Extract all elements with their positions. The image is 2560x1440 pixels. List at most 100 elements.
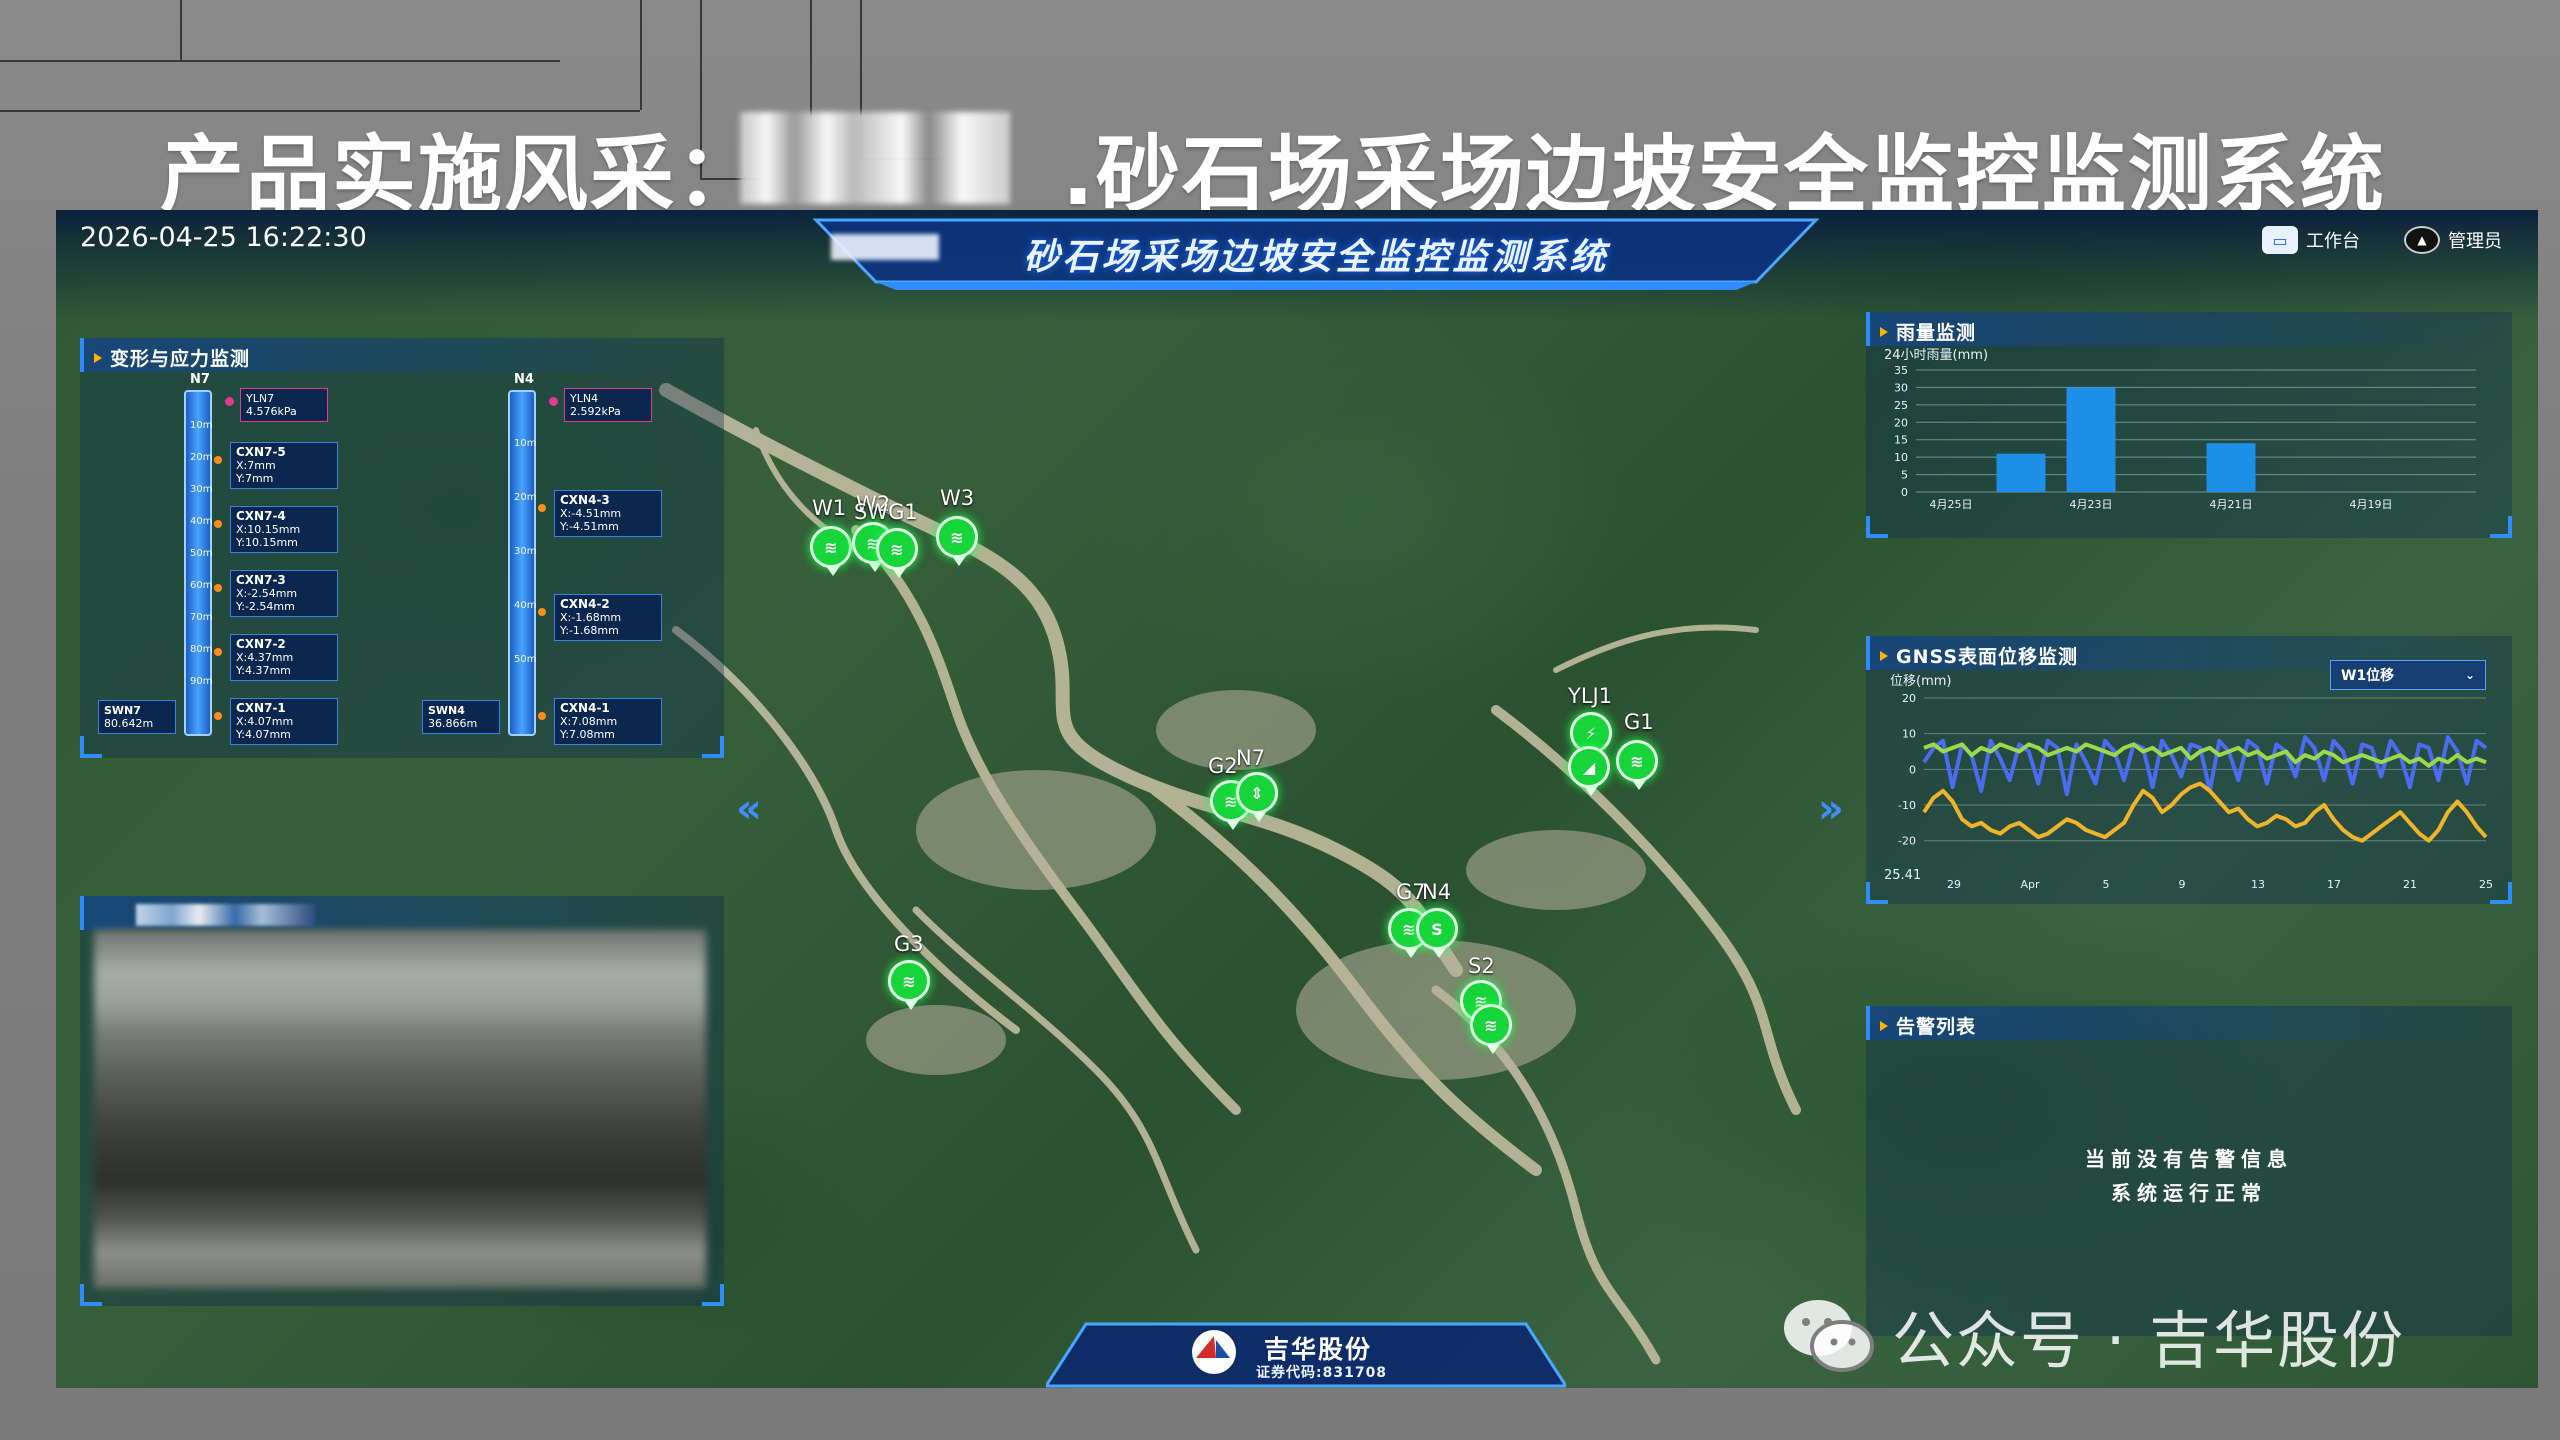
swn-name: SWN7 (104, 704, 141, 717)
panel-corner (2490, 516, 2512, 538)
sensor-icon[interactable]: ≋ (1470, 1004, 1512, 1054)
panel-corner (80, 1284, 102, 1306)
rain-bar-chart: 0 5 10 15 20 25 30 35 4月25日 4月23日 4月21日 4月19日 (1894, 364, 2476, 511)
system-title: 砂石场采场边坡安全监控监测系统 (1023, 237, 1609, 278)
rain-bar (1996, 453, 2046, 492)
reading-x: X:4.37mm (236, 651, 294, 664)
depth-label: 30m (514, 546, 537, 557)
pressure-value: 2.592kPa (570, 405, 621, 418)
rain-bar (2066, 387, 2116, 492)
alarm-panel-title: 告警列表 (1880, 1012, 1976, 1039)
inclinometer-reading: CXN4-1 X:7.08mm Y:7.08mm (554, 698, 662, 745)
reading-x: X:-1.68mm (560, 611, 622, 624)
depth-label: 20m (190, 452, 213, 463)
reading-name: CXN7-5 (236, 445, 286, 459)
y-tick-label: -10 (1898, 799, 1916, 812)
reading-x: X:10.15mm (236, 523, 301, 536)
pressure-pin-icon (225, 397, 234, 406)
collapse-right-arrow-icon[interactable]: » (1818, 786, 1844, 832)
marker-label: N4 (1422, 880, 1452, 904)
panel-corner (1866, 882, 1888, 904)
pressure-value: 4.576kPa (246, 405, 297, 418)
panel-corner (702, 1284, 724, 1306)
marker-label: W3 (940, 486, 975, 510)
pressure-name: YLN7 (246, 392, 275, 405)
sensor-icon[interactable]: ≋ (876, 528, 918, 578)
reading-x: X:-2.54mm (236, 587, 298, 600)
datetime: 2026-04-25 16:22:30 (80, 222, 367, 253)
sensor-icon[interactable]: ◢ (1568, 746, 1610, 796)
depth-label: 50m (190, 548, 213, 559)
rain-subtitle: 24小时雨量(mm) (1884, 348, 1989, 363)
depth-label: 50m (514, 654, 537, 665)
workbench-button[interactable]: ▭ 工作台 (2262, 226, 2360, 254)
gnss-select-value: W1位移 (2341, 668, 2395, 684)
rain-bar (2206, 443, 2256, 492)
alarm-message: 当前没有告警信息 系统运行正常 (1866, 1142, 2512, 1210)
reading-y: Y:-1.68mm (560, 624, 619, 637)
marker-label: N7 (1236, 746, 1266, 770)
sensor-icon[interactable]: ≋ (1616, 740, 1658, 790)
reading-name: CXN7-4 (236, 509, 286, 523)
sensor-dot (538, 712, 546, 720)
x-tick-label: 17 (2327, 878, 2341, 891)
marker-label: W1 (812, 496, 847, 520)
tube-label-n7: N7 (190, 372, 210, 387)
x-tick-label: 9 (2179, 878, 2186, 891)
admin-button[interactable]: ▲ 管理员 (2404, 226, 2502, 254)
depth-label: 40m (514, 600, 537, 611)
x-tick-label: Apr (2020, 878, 2040, 891)
sensor-icon[interactable]: ≋ (888, 960, 930, 1010)
wechat-icon (1784, 1300, 1874, 1372)
sensor-icon[interactable]: ≋ (936, 516, 978, 566)
deformation-panel-title: 变形与应力监测 (94, 344, 250, 371)
redacted-system-name (831, 234, 939, 260)
company-logo (1192, 1330, 1236, 1374)
y-tick-label: 25 (1894, 399, 1908, 412)
reading-name: CXN4-3 (560, 493, 610, 507)
depth-label: 10m (190, 420, 213, 431)
workbench-label: 工作台 (2306, 231, 2360, 252)
marker-label: YLJ1 (1568, 684, 1613, 708)
gnss-series-select[interactable]: W1位移 ⌄ (2330, 660, 2486, 690)
gnss-bottom-left: 25.41 (1884, 868, 1922, 883)
gnss-line-chart: 20100-10-2029 Apr 5 9 13 17 21 25 (1898, 692, 2493, 891)
stock-code: 证券代码:831708 (1256, 1365, 1388, 1381)
x-tick-label: 21 (2403, 878, 2417, 891)
inclinometer-reading: CXN7-2 X:4.37mm Y:4.37mm (230, 634, 338, 681)
depth-label: 40m (190, 516, 213, 527)
x-tick-label: 4月25日 (1930, 498, 1973, 511)
rain-panel-title: 雨量监测 (1880, 318, 1976, 345)
marker-label: SWG1 (854, 500, 918, 524)
reading-name: CXN7-2 (236, 637, 286, 651)
sensor-dot (538, 504, 546, 512)
y-tick-label: 0 (1901, 486, 1908, 499)
inclinometer-reading: CXN7-4 X:10.15mm Y:10.15mm (230, 506, 338, 553)
y-tick-label: 10 (1902, 728, 1916, 741)
sensor-dot (214, 520, 222, 528)
alarm-panel: 告警列表 当前没有告警信息 系统运行正常 (1866, 1006, 2512, 1336)
sensor-icon[interactable]: ≋ (810, 526, 852, 576)
video-feed[interactable] (94, 930, 706, 1288)
panel-corner (1866, 516, 1888, 538)
sensor-icon[interactable]: ⇕ (1236, 772, 1278, 822)
reading-name: CXN4-2 (560, 597, 610, 611)
collapse-left-arrow-icon[interactable]: « (736, 786, 762, 832)
wechat-watermark: 公众号 · 吉华股份 (1780, 1290, 2405, 1380)
reading-name: CXN7-3 (236, 573, 286, 587)
y-tick-label: 20 (1894, 416, 1908, 429)
y-tick-label: 5 (1901, 469, 1908, 482)
sensor-icon[interactable]: S (1416, 908, 1458, 958)
circuit-line (810, 0, 812, 120)
sensor-dot (214, 712, 222, 720)
reading-x: X:4.07mm (236, 715, 294, 728)
reading-x: X:7.08mm (560, 715, 618, 728)
pressure-name: YLN4 (570, 392, 599, 405)
inclinometer-reading: CXN7-1 X:4.07mm Y:4.07mm (230, 698, 338, 745)
panel-corner (80, 736, 102, 758)
x-tick-label: 4月21日 (2210, 498, 2253, 511)
inclinometer-reading: CXN7-3 X:-2.54mm Y:-2.54mm (230, 570, 338, 617)
depth-label: 60m (190, 580, 213, 591)
circuit-line (640, 0, 642, 110)
inclinometer-reading: CXN4-3 X:-4.51mm Y:-4.51mm (554, 490, 662, 537)
